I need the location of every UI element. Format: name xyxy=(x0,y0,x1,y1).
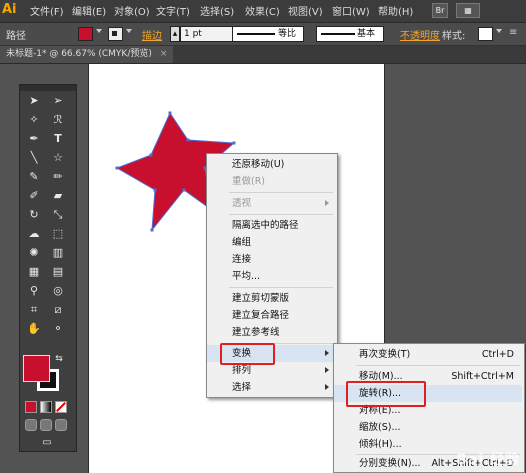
menu-item-select[interactable]: 选择 xyxy=(207,379,335,396)
hand-tool-icon[interactable]: ✋ xyxy=(24,321,44,337)
draw-behind-icon[interactable] xyxy=(40,419,52,431)
paintbrush-tool-icon[interactable]: ✎ xyxy=(24,169,44,185)
menu-item-average[interactable]: 平均... xyxy=(207,268,335,285)
draw-inside-icon[interactable] xyxy=(55,419,67,431)
free-transform-tool-icon[interactable]: ⬚ xyxy=(48,226,68,242)
menu-item-isolate-path[interactable]: 隔离选中的路径 xyxy=(207,217,335,234)
menu-item-undo-move[interactable]: 还原移动(U) xyxy=(207,156,335,173)
none-mode-icon[interactable] xyxy=(55,401,67,413)
tools-panel: ➤ ➢ ✧ ℛ ✒ T ╲ ☆ ✎ ✏ ✐ ▰ ↻ ⤡ ☁ ⬚ ✺ ▥ ▦ ▤ … xyxy=(19,84,77,452)
menu-item-transform-again[interactable]: 再次变换(T) Ctrl+D xyxy=(334,346,522,363)
highlight-box-transform xyxy=(220,343,275,365)
menu-item-make-clipping-mask[interactable]: 建立剪切蒙版 xyxy=(207,290,335,307)
symbol-sprayer-tool-icon[interactable]: ✺ xyxy=(24,245,44,261)
anchor-point[interactable] xyxy=(153,188,157,192)
line-tool-icon[interactable]: ╲ xyxy=(24,150,44,166)
selection-tool-icon[interactable]: ➤ xyxy=(24,93,44,109)
mesh-tool-icon[interactable]: ▦ xyxy=(24,264,44,280)
slice-tool-icon[interactable]: ⧄ xyxy=(48,302,68,318)
submenu-arrow-icon xyxy=(325,350,329,356)
menu-item-scale[interactable]: 缩放(S)... xyxy=(334,419,522,436)
type-tool-icon[interactable]: T xyxy=(48,131,68,147)
anchor-point[interactable] xyxy=(168,111,172,115)
eraser-tool-icon[interactable]: ▰ xyxy=(48,188,68,204)
direct-selection-tool-icon[interactable]: ➢ xyxy=(48,93,68,109)
anchor-point[interactable] xyxy=(150,228,154,232)
menu-item-perspective: 透视 xyxy=(207,195,335,212)
eyedropper-tool-icon[interactable]: ⚲ xyxy=(24,283,44,299)
rotate-tool-icon[interactable]: ↻ xyxy=(24,207,44,223)
scale-tool-icon[interactable]: ⤡ xyxy=(48,207,68,223)
blob-brush-tool-icon[interactable]: ✐ xyxy=(24,188,44,204)
submenu-arrow-icon xyxy=(325,367,329,373)
blend-tool-icon[interactable]: ◎ xyxy=(48,283,68,299)
gradient-mode-icon[interactable] xyxy=(40,401,52,413)
menu-item-redo: 重做(R) xyxy=(232,176,266,187)
fill-color-swatch[interactable] xyxy=(23,355,50,382)
draw-normal-icon[interactable] xyxy=(25,419,37,431)
color-mode-icon[interactable] xyxy=(25,401,37,413)
pen-tool-icon[interactable]: ✒ xyxy=(24,131,44,147)
anchor-point[interactable] xyxy=(149,153,153,157)
menu-separator xyxy=(229,192,333,193)
menu-item-join[interactable]: 连接 xyxy=(207,251,335,268)
submenu-arrow-icon xyxy=(325,200,329,206)
menu-separator xyxy=(356,365,520,366)
artboard-tool-icon[interactable]: ⌗ xyxy=(24,302,44,318)
highlight-box-rotate xyxy=(346,381,426,407)
watermark: Bai 经验 xyxy=(456,452,520,468)
magic-wand-tool-icon[interactable]: ✧ xyxy=(24,112,44,128)
lasso-tool-icon[interactable]: ℛ xyxy=(48,112,68,128)
screen-mode-icon[interactable]: ▭ xyxy=(36,435,58,451)
submenu-arrow-icon xyxy=(325,384,329,390)
menu-item-make-guides[interactable]: 建立参考线 xyxy=(207,324,335,341)
anchor-point[interactable] xyxy=(182,188,186,192)
pencil-tool-icon[interactable]: ✏ xyxy=(48,169,68,185)
menu-item-make-compound-path[interactable]: 建立复合路径 xyxy=(207,307,335,324)
warp-tool-icon[interactable]: ☁ xyxy=(24,226,44,242)
menu-separator xyxy=(229,214,333,215)
menu-item-group[interactable]: 编组 xyxy=(207,234,335,251)
anchor-point[interactable] xyxy=(115,166,119,170)
menu-separator xyxy=(229,287,333,288)
star-tool-icon[interactable]: ☆ xyxy=(48,150,68,166)
swap-fill-stroke-icon[interactable]: ⇆ xyxy=(53,351,65,367)
anchor-point[interactable] xyxy=(186,138,190,142)
graph-tool-icon[interactable]: ▥ xyxy=(48,245,68,261)
anchor-point[interactable] xyxy=(232,141,236,145)
zoom-tool-icon[interactable]: ⚬ xyxy=(48,321,68,337)
panel-grip[interactable] xyxy=(20,85,76,91)
gradient-tool-icon[interactable]: ▤ xyxy=(48,264,68,280)
